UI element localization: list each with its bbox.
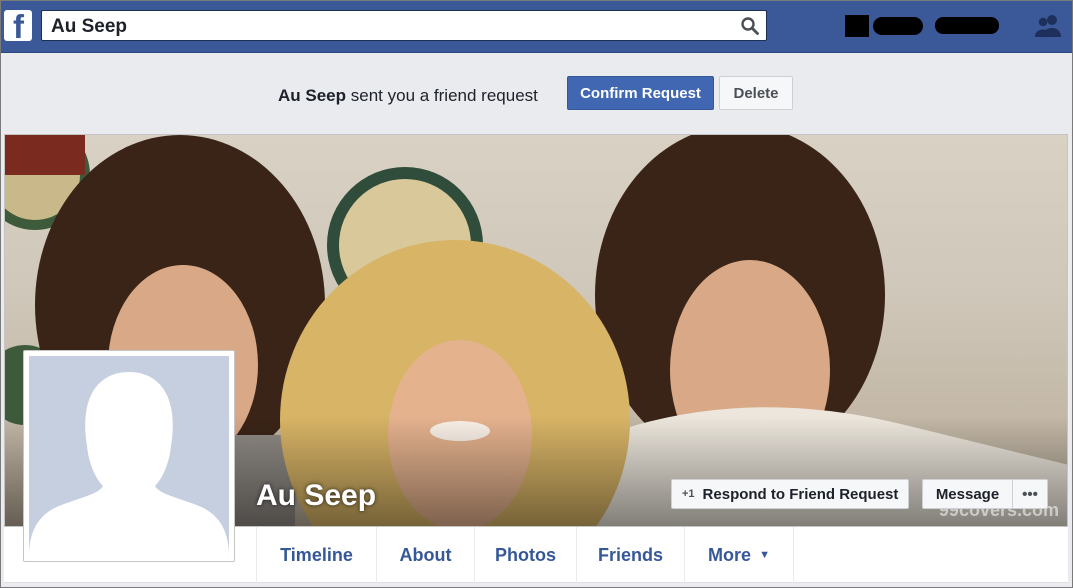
tab-about[interactable]: About [376,527,474,583]
tab-more[interactable]: More ▼ [684,527,794,583]
confirm-request-button[interactable]: Confirm Request [567,76,714,110]
profile-picture[interactable] [23,350,235,562]
message-button[interactable]: Message [922,479,1013,509]
facebook-profile-window: f Au Seep Au Seep sent you a friend requ… [0,0,1073,588]
requester-name[interactable]: Au Seep [278,86,346,105]
caret-down-icon: ▼ [759,549,770,561]
search-input[interactable]: Au Seep [51,16,127,38]
respond-to-friend-request-button[interactable]: +1 Respond to Friend Request [671,479,909,509]
default-avatar-icon [29,356,229,556]
friend-requests-icon[interactable] [1034,13,1062,39]
profile-name[interactable]: Au Seep [256,479,376,513]
search-box[interactable]: Au Seep [41,10,767,41]
delete-request-button[interactable]: Delete [719,76,793,110]
redacted-name [873,17,923,35]
top-bar: f Au Seep [1,1,1072,53]
respond-button-label: Respond to Friend Request [702,485,899,503]
more-options-button[interactable]: ••• [1012,479,1048,509]
search-icon[interactable] [740,16,760,36]
request-message: sent you a friend request [346,86,538,105]
friend-request-banner: Au Seep sent you a friend request Confir… [1,54,1072,132]
tab-more-label: More [708,544,752,565]
redacted-name [935,17,999,34]
facebook-logo-icon[interactable]: f [4,8,32,45]
tab-photos[interactable]: Photos [474,527,576,583]
friend-request-text: Au Seep sent you a friend request [278,86,538,106]
tab-timeline[interactable]: Timeline [256,527,376,583]
redacted-block [845,15,869,37]
add-friend-icon: +1 [682,488,695,500]
tab-friends[interactable]: Friends [576,527,684,583]
